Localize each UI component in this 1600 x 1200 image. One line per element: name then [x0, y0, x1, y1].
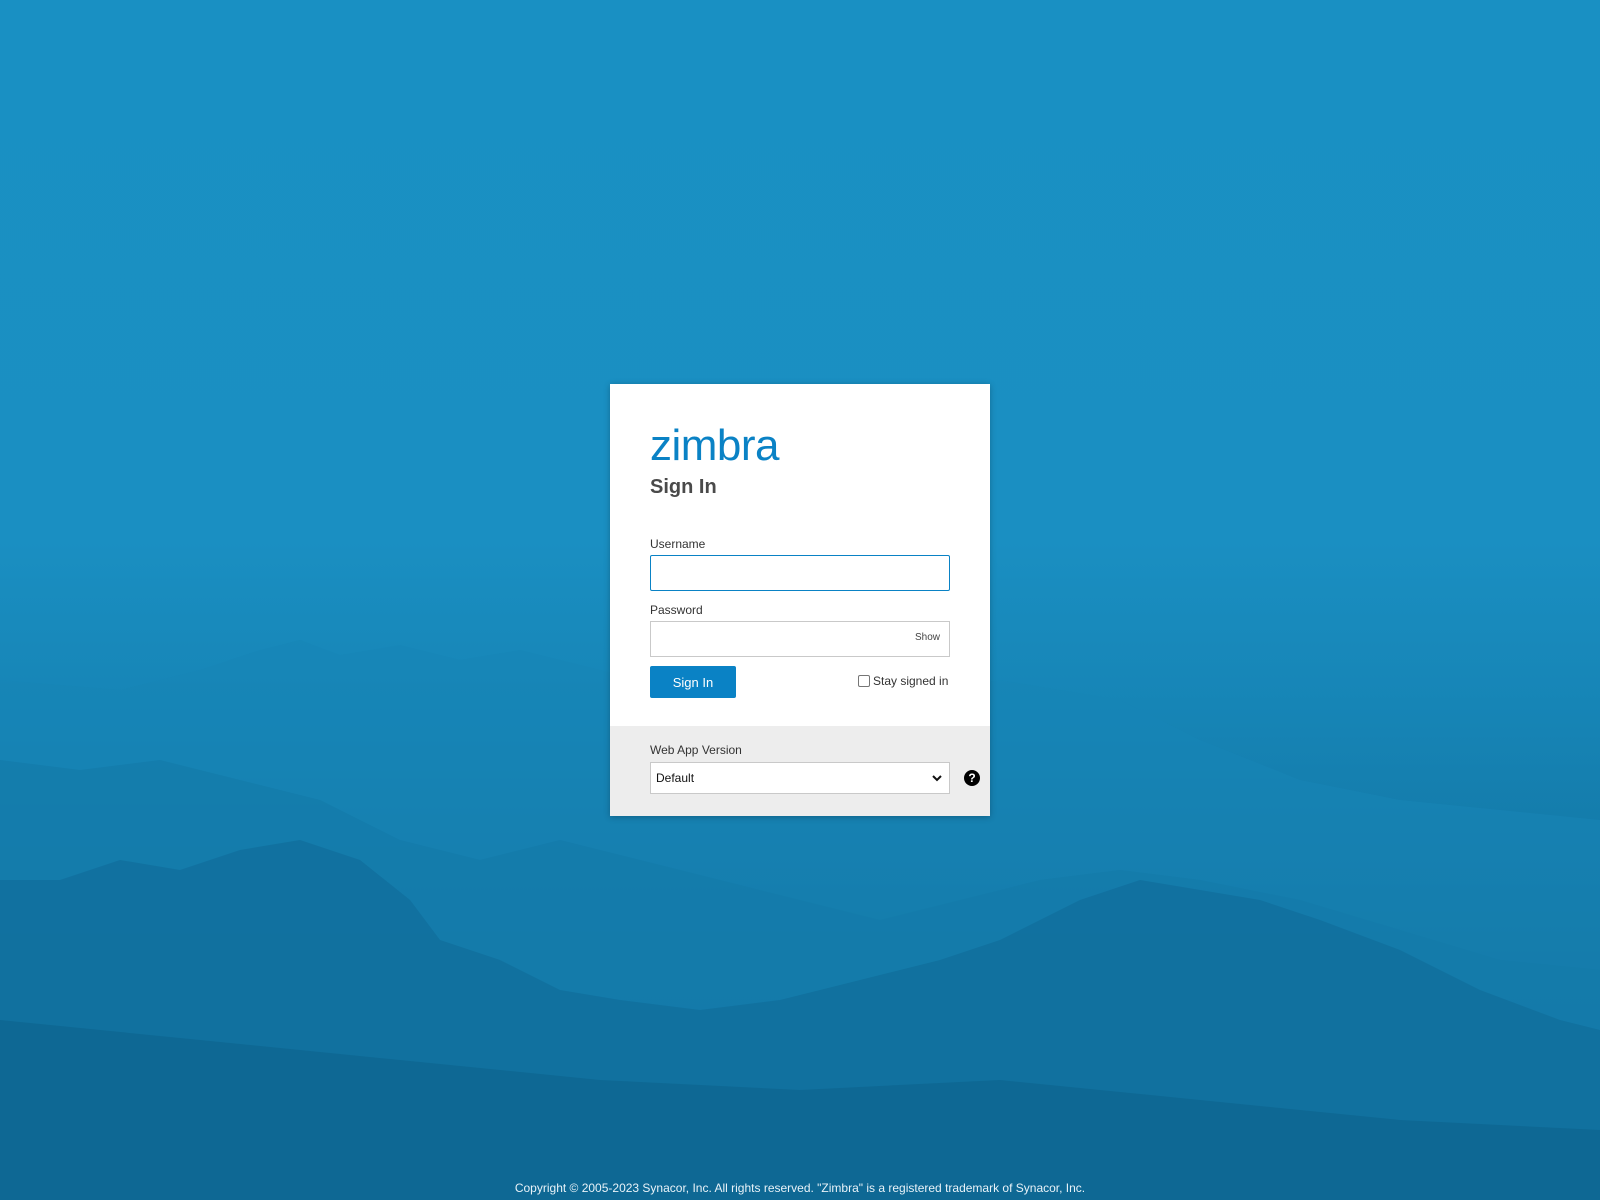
- footer-copyright: Copyright © 2005-2023 Synacor, Inc. All …: [514, 1181, 1086, 1195]
- web-app-version-select[interactable]: Default: [650, 762, 950, 794]
- chevron-down-icon: [932, 775, 942, 782]
- sign-in-button[interactable]: Sign In: [650, 666, 736, 698]
- stay-signed-in[interactable]: Stay signed in: [858, 674, 948, 688]
- zimbra-logo: zimbra: [650, 421, 780, 470]
- password-label: Password: [650, 603, 703, 617]
- password-input[interactable]: [650, 621, 950, 657]
- version-section: Web App Version Default ?: [610, 726, 990, 816]
- login-form-section: zimbra Sign In Username Password Show Si…: [610, 384, 990, 726]
- username-label: Username: [650, 537, 706, 551]
- stay-signed-in-label: Stay signed in: [873, 674, 949, 688]
- login-card: zimbra Sign In Username Password Show Si…: [610, 384, 990, 816]
- web-app-version-label: Web App Version: [650, 743, 742, 757]
- stay-signed-in-checkbox[interactable]: [858, 675, 870, 687]
- username-input[interactable]: [650, 555, 950, 591]
- question-circle-icon[interactable]: ?: [964, 770, 980, 786]
- page-title: Sign In: [650, 476, 717, 498]
- show-password-button[interactable]: Show: [915, 632, 940, 643]
- web-app-version-value: Default: [656, 771, 695, 785]
